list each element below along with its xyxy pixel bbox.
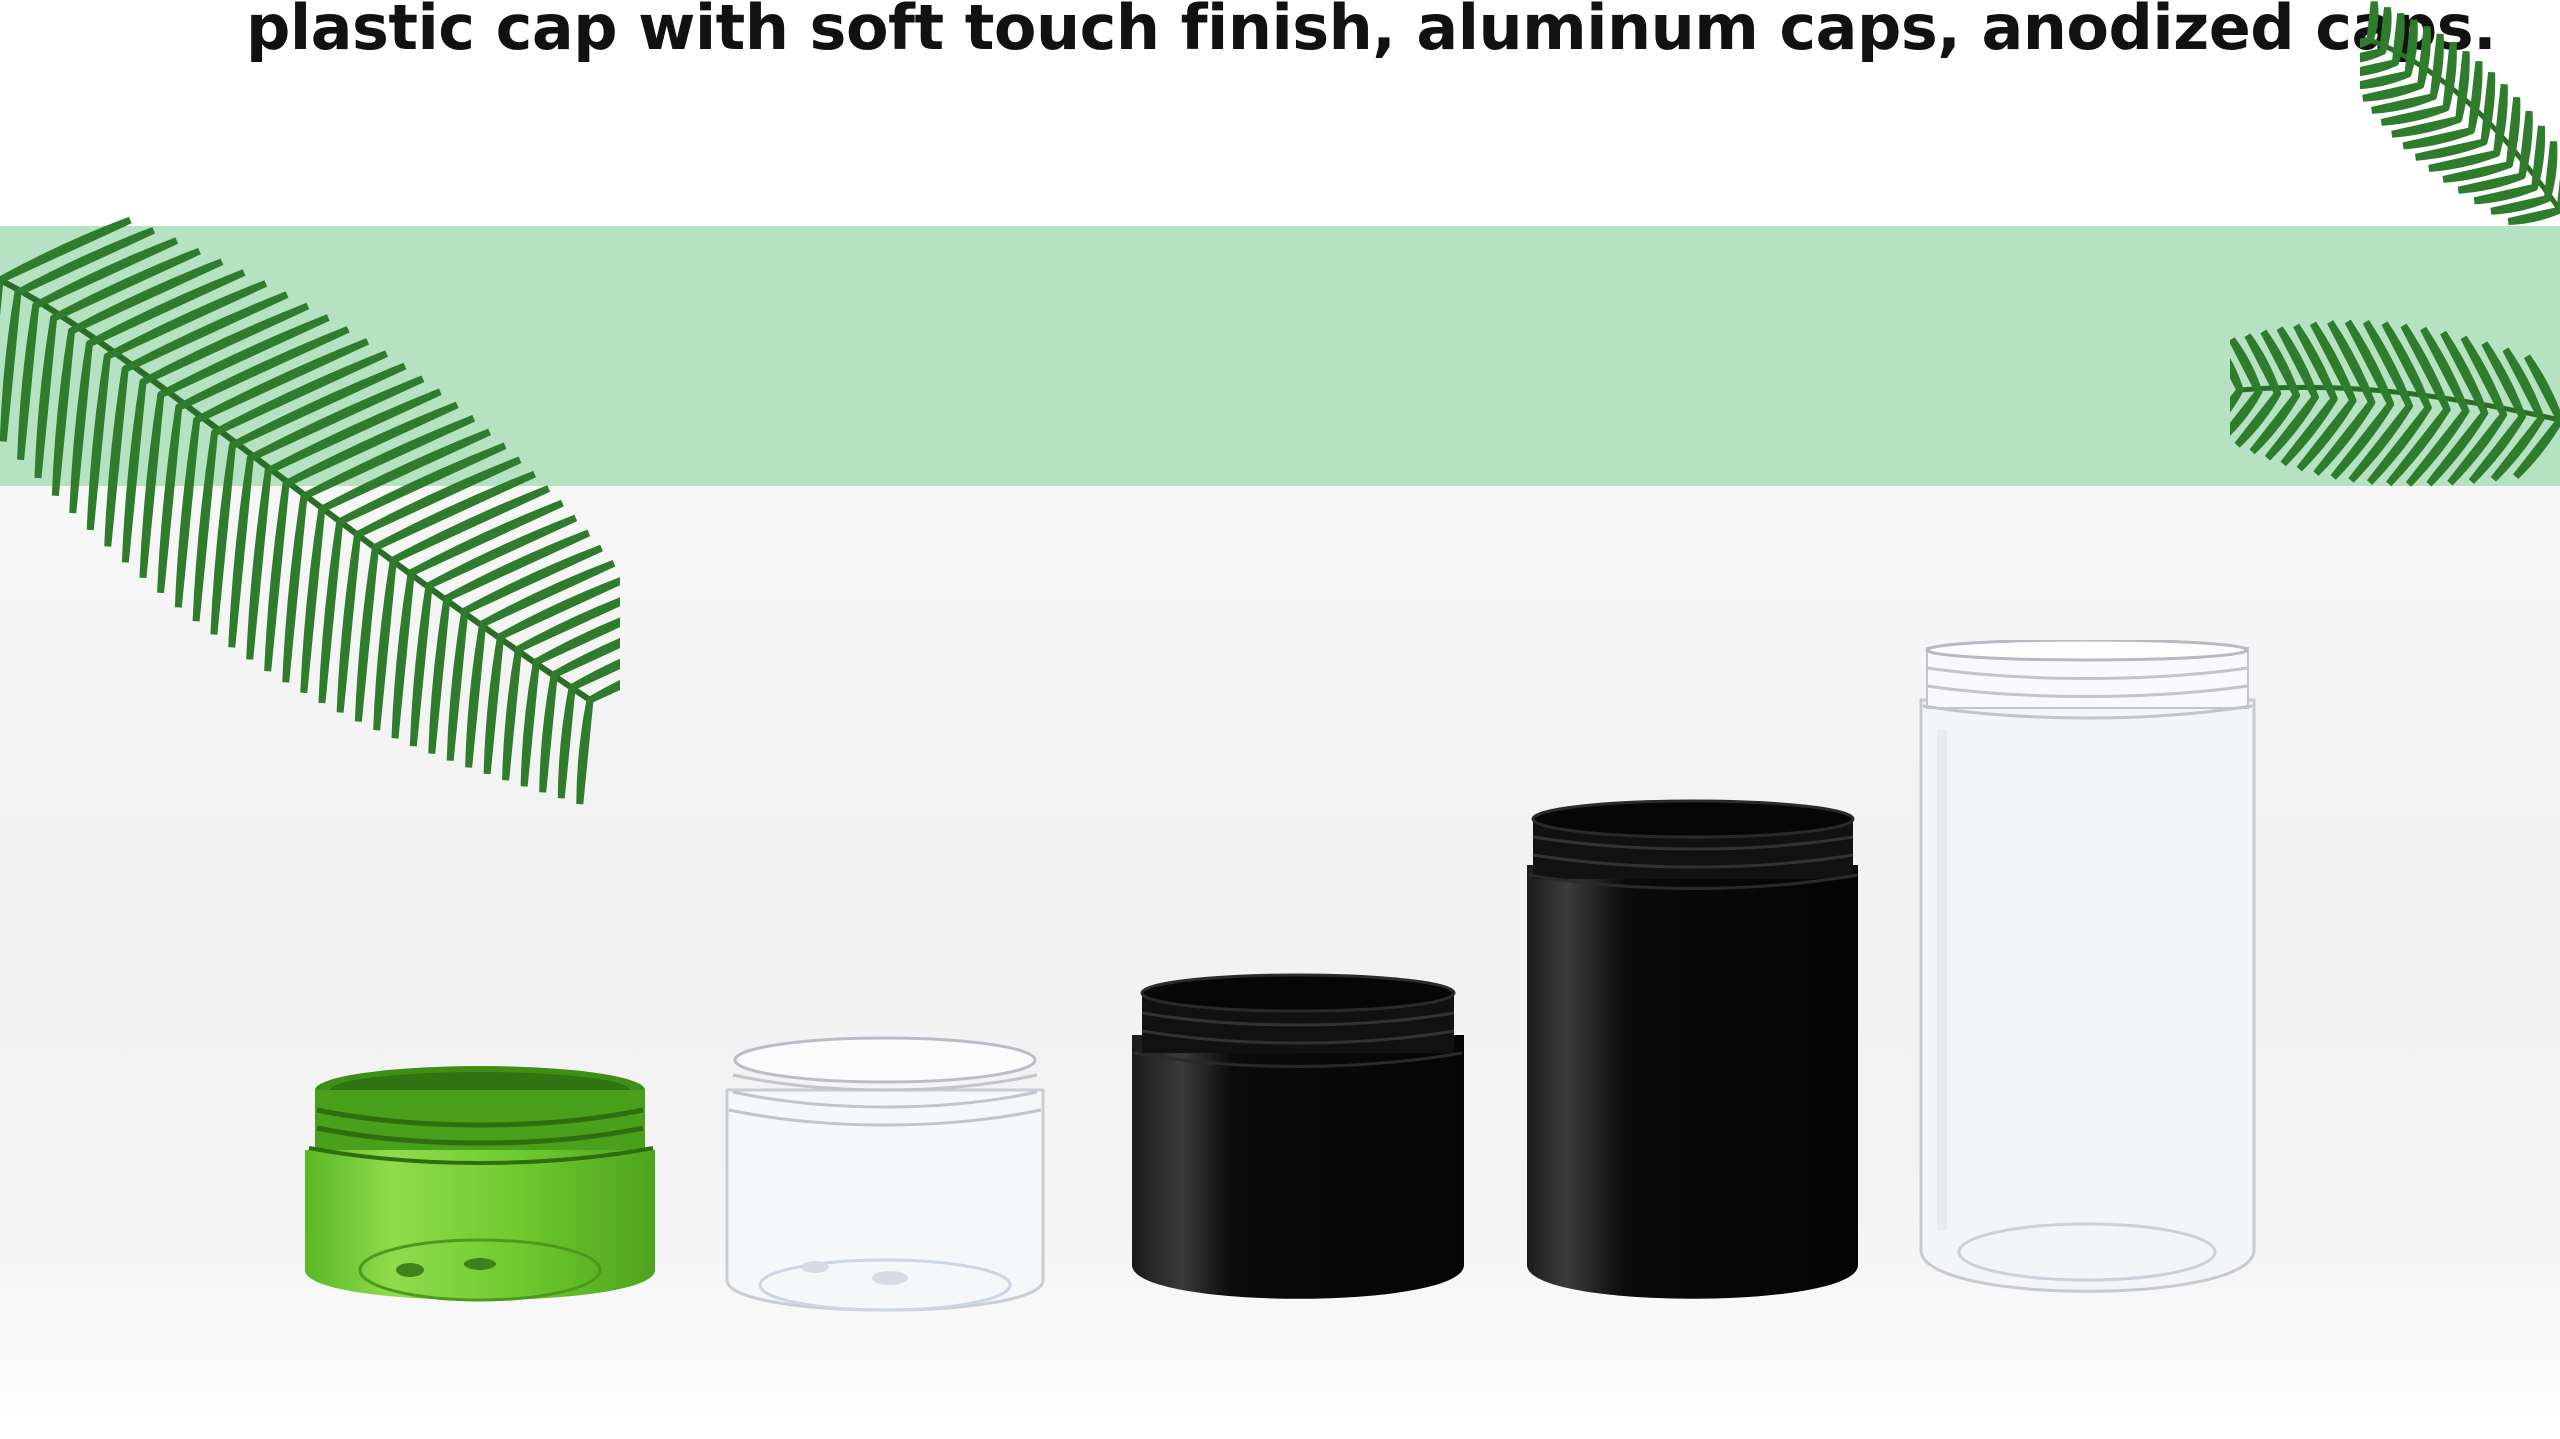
green-translucent-jar [305, 1066, 655, 1302]
palm-leaf-left-icon [0, 216, 620, 805]
clear-tall-jar [1919, 640, 2256, 1293]
black-medium-jar [1132, 973, 1464, 1299]
palm-leaf-right-bottom-icon [2230, 319, 2560, 487]
clear-short-jar [725, 1036, 1045, 1312]
black-tall-jar [1527, 799, 1858, 1299]
palm-leaf-right-top-icon [2360, 1, 2560, 226]
